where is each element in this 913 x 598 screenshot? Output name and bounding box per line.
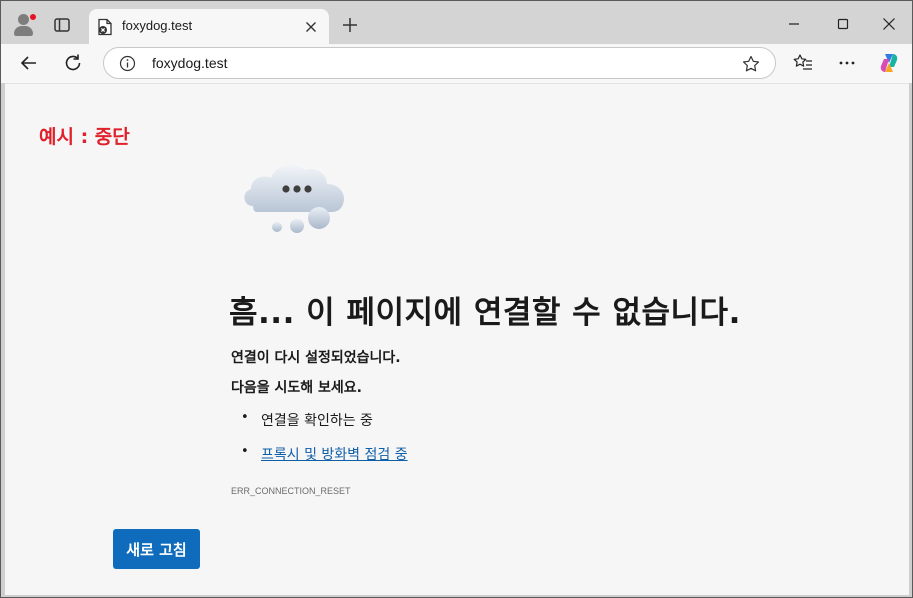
error-code: ERR_CONNECTION_RESET xyxy=(231,486,351,496)
page-error-icon xyxy=(98,18,112,36)
page-title: 흠... 이 페이지에 연결할 수 없습니다. xyxy=(229,295,741,331)
copilot-icon[interactable] xyxy=(878,52,900,74)
list-item: 연결을 확인하는 중 xyxy=(241,410,408,444)
reload-button[interactable]: 새로 고침 xyxy=(113,529,200,569)
url-text[interactable]: foxydog.test xyxy=(152,55,228,71)
profile-icon[interactable] xyxy=(11,11,37,37)
tab-strip: foxydog.test xyxy=(1,1,912,45)
tab-title: foxydog.test xyxy=(122,18,193,33)
address-bar[interactable]: foxydog.test xyxy=(103,47,776,79)
page-content: 예시 : 중단 흠... 이 페이지에 연결할 수 없습니다. 연결이 다시 설… xyxy=(5,83,909,595)
list-item: 프록시 및 방화벽 점검 중 xyxy=(241,444,408,478)
maximize-icon[interactable] xyxy=(828,11,858,37)
minimize-icon[interactable] xyxy=(779,11,809,37)
more-icon[interactable] xyxy=(836,52,858,74)
status-message: 연결이 다시 설정되었습니다. xyxy=(231,350,401,366)
toolbar: foxydog.test xyxy=(1,44,912,83)
suggestions-list: 연결을 확인하는 중 프록시 및 방화벽 점검 중 xyxy=(241,410,408,478)
close-icon[interactable] xyxy=(301,17,321,37)
plus-icon[interactable] xyxy=(339,14,361,36)
back-arrow-icon[interactable] xyxy=(17,51,41,75)
info-icon[interactable] xyxy=(119,55,136,72)
notification-dot xyxy=(29,13,37,21)
suggestion-check-connection: 연결을 확인하는 중 xyxy=(261,413,373,429)
refresh-icon[interactable] xyxy=(61,51,85,75)
window-close-icon[interactable] xyxy=(874,11,904,37)
browser-window: foxydog.test foxydog.test 예시: 중단 흠... 이… xyxy=(0,0,913,598)
suggestion-proxy-firewall-link[interactable]: 프록시 및 방화벽 점검 중 xyxy=(261,447,408,463)
star-icon[interactable] xyxy=(741,54,761,74)
example-label: 예시 : 중단 xyxy=(39,126,130,148)
tab-actions-icon[interactable] xyxy=(51,14,73,36)
tab-active[interactable]: foxydog.test xyxy=(89,9,329,45)
favorites-icon[interactable] xyxy=(792,52,814,74)
suggestions-heading: 다음을 시도해 보세요. xyxy=(231,380,362,396)
cloud-icon xyxy=(244,164,345,233)
